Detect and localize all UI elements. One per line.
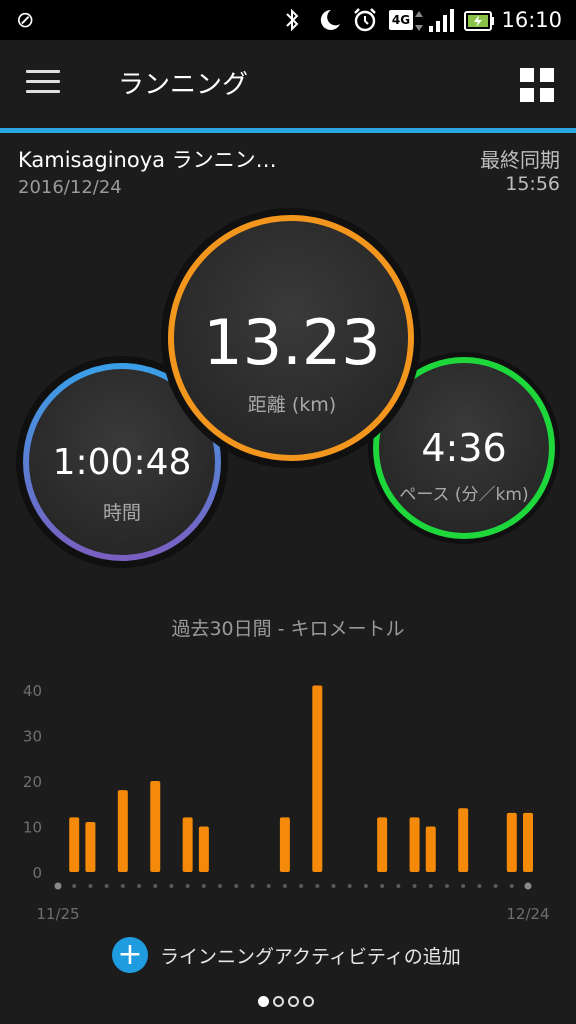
x-tick-dot: [444, 884, 449, 888]
x-tick-dot: [120, 884, 125, 888]
time-value: 1:00:48: [52, 442, 192, 483]
chart-bar[interactable]: [377, 817, 388, 872]
x-tick-dot: [396, 884, 401, 888]
chart-bar[interactable]: [117, 790, 128, 872]
chart-bar[interactable]: [279, 817, 290, 872]
pace-gauge[interactable]: 4:36 ペース (分／km): [376, 360, 552, 536]
x-tick-dot: [218, 884, 223, 888]
distance-bar-chart[interactable]: 0 10 20 30 40 11/25 12/24: [0, 670, 576, 930]
status-bar: ⊘ 4G 16:10: [0, 0, 576, 40]
x-tick-dot: [347, 884, 352, 888]
pace-value: 4:36: [421, 426, 507, 470]
plus-icon: +: [112, 937, 148, 973]
x-tick-dot: [282, 884, 287, 888]
y-tick-label: 20: [23, 773, 42, 791]
x-tick-dot: [137, 884, 142, 888]
x-tick-dot: [493, 884, 498, 888]
chart-bar[interactable]: [458, 808, 469, 872]
y-tick-label: 10: [23, 819, 42, 837]
chart-bar[interactable]: [523, 812, 533, 872]
x-tick-dot: [250, 884, 255, 888]
x-axis-label: 11/25: [36, 905, 79, 923]
battery-charging-icon: [464, 11, 494, 31]
add-activity-label: ラインニングアクティビティの追加: [160, 945, 461, 968]
page-indicator[interactable]: [258, 996, 318, 1007]
no-disturb-icon: ⊘: [16, 7, 35, 33]
app-bar: ランニング: [0, 40, 576, 128]
x-tick-dot: [315, 884, 320, 888]
y-tick-label: 0: [32, 864, 42, 882]
time-gauge[interactable]: 1:00:48 時間: [26, 366, 218, 558]
page-dot[interactable]: [288, 996, 299, 1007]
x-tick-dot: [72, 884, 77, 888]
add-activity-button[interactable]: + ラインニングアクティビティの追加: [112, 936, 461, 974]
alarm-icon: [354, 8, 376, 32]
metric-gauges: 13.23 距離 (km) 1:00:48 時間 4:36 ペース (分／km): [0, 200, 576, 580]
x-axis-label: 12/24: [506, 905, 549, 923]
chart-bar[interactable]: [409, 817, 420, 872]
chart-bar[interactable]: [312, 685, 323, 872]
chart-bar[interactable]: [182, 817, 193, 872]
x-tick-dot: [412, 884, 417, 888]
pace-label: ペース (分／km): [399, 485, 529, 505]
activity-name[interactable]: Kamisaginoya ランニン…: [18, 144, 277, 174]
x-tick-dot: [266, 884, 271, 888]
chart-bar[interactable]: [198, 826, 209, 873]
x-tick-dot: [104, 884, 109, 888]
x-tick-dot: [88, 884, 93, 888]
sync-time: 15:56: [505, 173, 560, 195]
x-tick-dot: [331, 884, 336, 888]
x-tick-dot: [363, 884, 368, 888]
x-tick-dot: [461, 884, 466, 888]
chart-bar[interactable]: [506, 812, 517, 872]
grid-icon[interactable]: [520, 68, 554, 102]
data-arrows-icon: [415, 11, 423, 31]
4g-icon: 4G: [389, 10, 413, 30]
x-tick-dot: [153, 884, 158, 888]
y-tick-label: 40: [23, 682, 42, 700]
chart-bar[interactable]: [69, 817, 80, 872]
accent-line: [0, 128, 576, 133]
page-dot[interactable]: [303, 996, 314, 1007]
time-label: 時間: [102, 502, 141, 524]
chart-bar[interactable]: [85, 821, 96, 872]
chart-bar[interactable]: [425, 826, 436, 873]
x-tick-dot: [234, 884, 239, 888]
x-tick-dot: [477, 884, 482, 888]
x-tick-dot: [524, 882, 532, 890]
x-tick-dot: [185, 884, 190, 888]
page-dot[interactable]: [258, 996, 269, 1007]
chart-title: 過去30日間 - キロメートル: [171, 618, 405, 640]
x-tick-dot: [509, 884, 514, 888]
page-dot[interactable]: [273, 996, 284, 1007]
chart-bar[interactable]: [150, 781, 161, 872]
x-tick-dot: [299, 884, 304, 888]
chart-svg: 0 10 20 30 40 11/25 12/24: [23, 682, 550, 923]
x-tick-dot: [428, 884, 433, 888]
x-tick-dot: [201, 884, 206, 888]
sync-label: 最終同期: [480, 148, 560, 172]
hamburger-menu-icon[interactable]: [26, 70, 60, 96]
bluetooth-icon: [286, 8, 299, 32]
moon-icon: [320, 9, 340, 30]
status-time: 16:10: [501, 8, 562, 32]
signal-icon: [429, 9, 454, 32]
y-tick-label: 30: [23, 728, 42, 746]
x-tick-dot: [169, 884, 174, 888]
activity-date: 2016/12/24: [18, 177, 122, 198]
page-title: ランニング: [118, 70, 249, 100]
x-tick-dot: [54, 882, 62, 890]
x-tick-dot: [380, 884, 385, 888]
